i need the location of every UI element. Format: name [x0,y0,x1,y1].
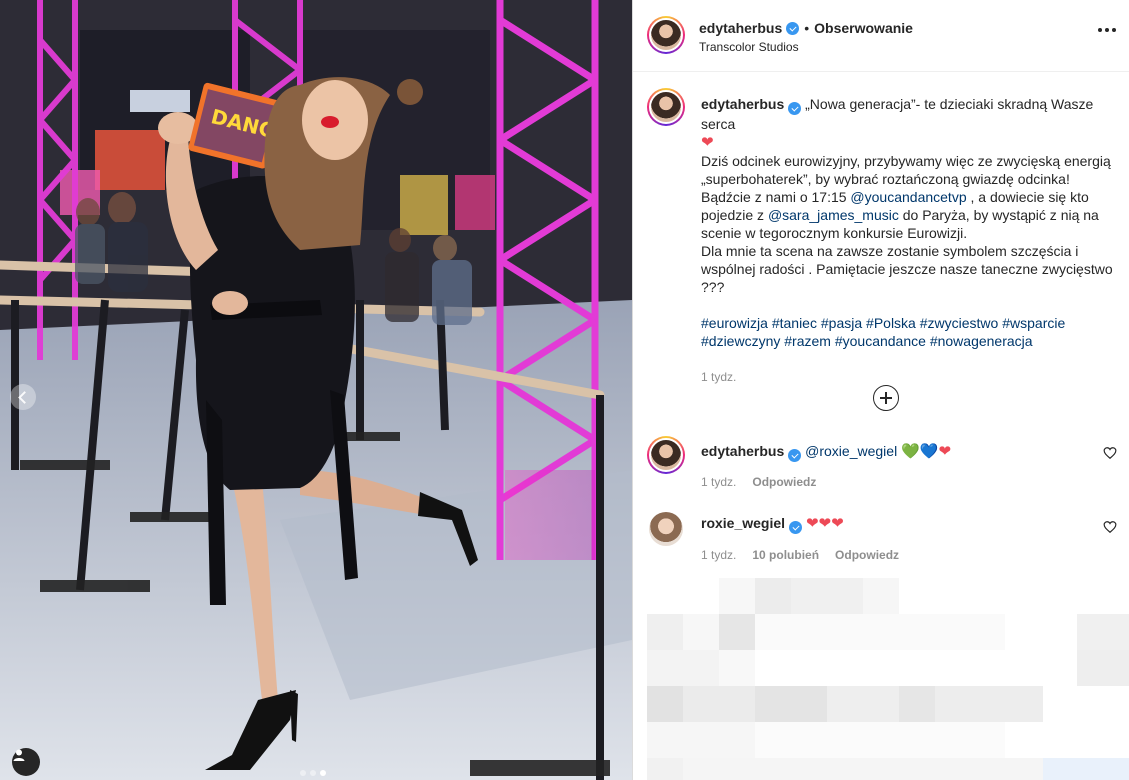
red-heart-icon: ❤ [701,134,714,151]
reply-button[interactable]: Odpowiedz [835,548,899,562]
comment-text: edytaherbus @roxie_wegiel 💚💙❤ [701,442,951,462]
comment-meta: 1 tydz. 10 polubień Odpowiedz [701,548,899,562]
comment-meta: 1 tydz. Odpowiedz [701,475,816,489]
comment-likes[interactable]: 10 polubień [752,548,819,562]
pixelated-overlay [647,576,1129,780]
comment-avatar[interactable] [649,512,687,550]
following-button[interactable]: Obserwowanie [814,20,913,36]
comment-mention[interactable]: @roxie_wegiel [805,443,897,459]
hashtag-list: #eurowizja #taniec #pasja #Polska #zwyci… [701,314,1119,350]
tagged-users-button[interactable] [12,748,40,776]
hashtag[interactable]: #pasja [821,315,862,331]
like-heart-icon[interactable] [1103,520,1117,534]
carousel-indicator [300,770,326,776]
verified-badge-icon [786,21,800,35]
author-row: edytaherbus • Obserwowanie [699,20,913,36]
comment-item: edytaherbus @roxie_wegiel 💚💙❤ 1 tydz. Od… [647,436,1117,496]
red-heart-icon: ❤ [831,515,844,532]
author-avatar[interactable] [647,16,685,54]
verified-badge-icon [789,521,803,534]
author-username[interactable]: edytaherbus [699,20,782,36]
caption-time[interactable]: 1 tydz. [701,368,1119,386]
green-heart-icon: 💚 [901,443,920,460]
hashtag[interactable]: #eurowizja [701,315,768,331]
red-heart-icon: ❤ [805,515,819,532]
mention-sara-james-music[interactable]: @sara_james_music [768,207,899,223]
caption-text: edytaherbus „Nowa generacja”- te dziecia… [701,88,1119,386]
hashtag[interactable]: #zwyciestwo [920,315,999,331]
hashtag[interactable]: #wsparcie [1002,315,1065,331]
caption-part-4: Dla mnie ta scena na zawsze zostanie sym… [701,243,1113,295]
post-location[interactable]: Transcolor Studios [699,40,799,54]
mention-youcandancetvp[interactable]: @youcandancetvp [850,189,966,205]
like-heart-icon[interactable] [1103,446,1117,460]
verified-badge-icon [788,449,802,462]
hashtag[interactable]: #razem [784,333,831,349]
reply-button[interactable]: Odpowiedz [752,475,816,489]
red-heart-icon: ❤ [938,443,952,460]
comment-time[interactable]: 1 tydz. [701,475,736,489]
hashtag[interactable]: #nowageneracja [930,333,1033,349]
comment-time[interactable]: 1 tydz. [701,548,736,562]
caption-username[interactable]: edytaherbus [701,96,784,112]
hashtag[interactable]: #dziewczyny [701,333,780,349]
load-more-comments-button[interactable] [873,385,899,411]
blue-heart-icon: 💙 [919,443,939,460]
carousel-dot [310,770,316,776]
caption-author-avatar[interactable] [647,88,685,126]
user-icon [13,749,25,761]
hashtag[interactable]: #Polska [866,315,916,331]
carousel-dot-active [320,770,326,776]
comment-item: roxie_wegiel ❤❤❤ 1 tydz. 10 polubień Odp… [647,510,1117,570]
more-options-icon[interactable] [1098,28,1116,32]
comment-text: roxie_wegiel ❤❤❤ [701,514,844,534]
photo-illustration: DANCE [0,0,632,780]
post-header: edytaherbus • Obserwowanie Transcolor St… [633,0,1129,72]
comment-username[interactable]: edytaherbus [701,443,784,459]
post-side-panel: edytaherbus • Obserwowanie Transcolor St… [632,0,1129,780]
verified-badge-icon [788,102,802,115]
red-heart-icon: ❤ [818,515,832,532]
post-photo[interactable]: DANCE [0,0,632,780]
carousel-prev-button[interactable] [10,384,36,410]
comment-username[interactable]: roxie_wegiel [701,515,785,531]
hashtag[interactable]: #youcandance [835,333,926,349]
comment-avatar[interactable] [647,436,685,474]
carousel-dot [300,770,306,776]
hashtag[interactable]: #taniec [772,315,817,331]
separator-bullet: • [804,20,810,36]
